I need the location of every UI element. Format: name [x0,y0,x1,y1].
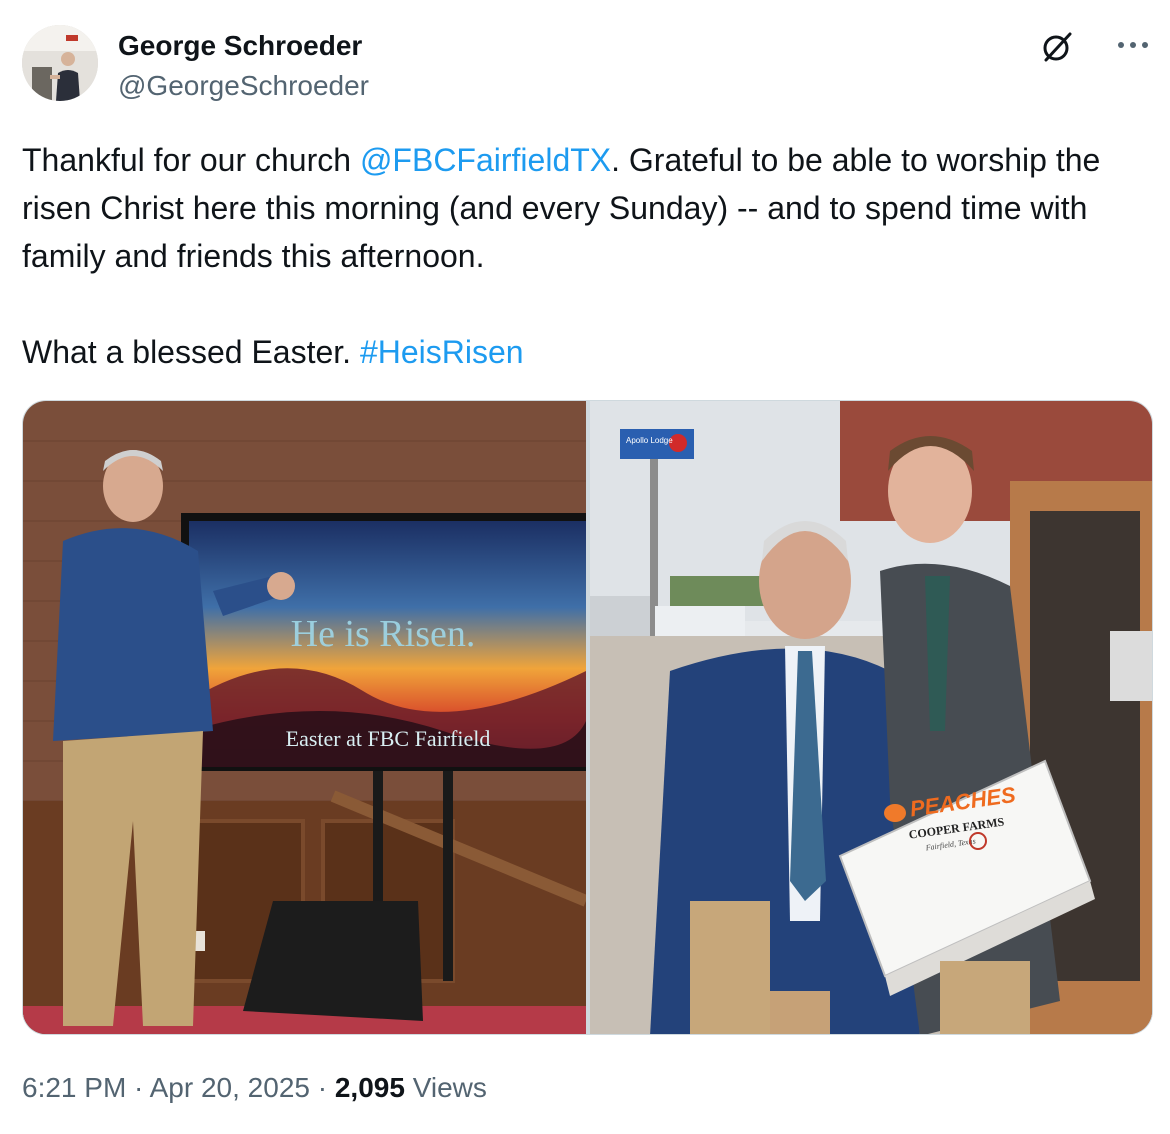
author-avatar[interactable] [22,25,98,101]
footer-separator: · [126,1072,150,1103]
avatar-image [22,25,98,101]
tweet-text: Thankful for our church @FBCFairfieldTX.… [22,136,1152,376]
tweet-paragraph-2: What a blessed Easter. #HeisRisen [22,328,1152,376]
tweet-paragraph-1: Thankful for our church @FBCFairfieldTX.… [22,136,1152,280]
screen-title: He is Risen. [291,613,476,655]
screen-subtitle: Easter at FBC Fairfield [286,726,491,751]
views-count[interactable]: 2,095 [335,1072,405,1103]
author-display-name[interactable]: George Schroeder [118,30,362,62]
views-label[interactable]: Views [405,1072,487,1103]
grok-icon[interactable] [1040,30,1074,64]
hashtag-link[interactable]: #HeisRisen [360,334,524,370]
sign-text: Apollo Lodge [626,436,673,445]
author-handle[interactable]: @GeorgeSchroeder [118,70,369,102]
tweet-text-closing: What a blessed Easter. [22,334,360,370]
tweet-media: He is Risen. Easter at FBC Fairfield Apo… [22,400,1153,1035]
tweet-date[interactable]: Apr 20, 2025 [150,1072,310,1103]
tweet-time[interactable]: 6:21 PM [22,1072,126,1103]
photo-church-speaker[interactable]: He is Risen. Easter at FBC Fairfield [23,401,586,1034]
mention-link[interactable]: @FBCFairfieldTX [360,142,611,178]
tweet-footer: 6:21 PM · Apr 20, 2025 · 2,095 Views [22,1072,487,1104]
more-options-icon[interactable] [1114,30,1152,60]
footer-separator: · [309,1072,335,1103]
tweet-text-intro: Thankful for our church [22,142,360,178]
photo-peaches-box[interactable]: Apollo Lodge PEACHES COOPER FARMS Fairfi… [590,401,1152,1034]
